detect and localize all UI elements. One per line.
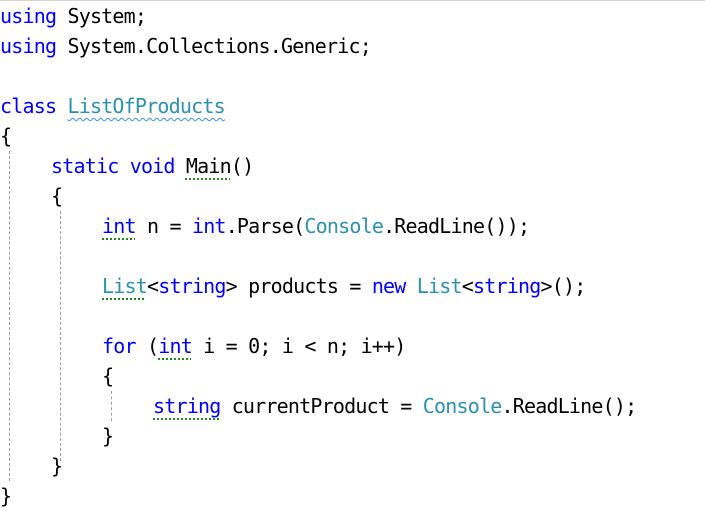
type-console: Console [422, 394, 502, 418]
keyword-void: void [129, 154, 176, 178]
indent-guide-class [9, 151, 10, 481]
keyword-string-with-suggestion[interactable]: string [153, 394, 221, 418]
open-brace: { [51, 184, 63, 208]
code-line-7: { [51, 181, 63, 211]
close-brace: } [51, 454, 63, 478]
code-text: > products = [225, 274, 372, 298]
code-text: .ReadLine(); [501, 394, 637, 418]
code-text: < [146, 274, 159, 298]
code-text: >(); [540, 274, 586, 298]
keyword-new: new [371, 274, 407, 298]
code-text: () [230, 154, 254, 178]
keyword-static: static [51, 154, 119, 178]
code-line-1: using System; [0, 1, 147, 31]
code-line-10: List<string> products = new List<string>… [102, 271, 586, 301]
type-list: List [416, 274, 463, 298]
code-text: System; [56, 4, 147, 28]
indent-guide-method [60, 211, 61, 461]
code-line-13: { [102, 361, 114, 391]
keyword-int-with-suggestion[interactable]: int [102, 214, 137, 238]
code-line-17: } [0, 481, 12, 511]
code-text: i = 0; i < n; i++) [191, 334, 406, 358]
keyword-string: string [473, 274, 541, 298]
class-name-with-warning-squiggle[interactable]: ListOfProducts [67, 94, 225, 118]
code-line-14: string currentProduct = Console.ReadLine… [153, 391, 637, 421]
code-text: .Parse( [225, 214, 305, 238]
code-text: .ReadLine()); [383, 214, 530, 238]
close-brace: } [102, 424, 114, 448]
keyword-using: using [0, 34, 57, 58]
keyword-using: using [0, 4, 57, 28]
indent-guide-for [111, 391, 112, 421]
code-text: n = [135, 214, 192, 238]
open-brace: { [0, 124, 12, 148]
code-line-5: { [0, 121, 12, 151]
code-line-6: static void Main() [51, 151, 254, 181]
keyword-int-with-suggestion[interactable]: int [158, 334, 193, 358]
code-text: ( [135, 334, 159, 358]
type-console: Console [304, 214, 384, 238]
code-line-16: } [51, 451, 63, 481]
code-text: currentProduct = [220, 394, 423, 418]
code-line-2: using System.Collections.Generic; [0, 31, 372, 61]
keyword-int: int [191, 214, 227, 238]
keyword-string: string [158, 274, 226, 298]
code-line-4: class ListOfProducts [0, 91, 226, 121]
code-text: < [461, 274, 474, 298]
method-name-main-with-suggestion[interactable]: Main [186, 154, 232, 178]
code-editor[interactable]: using System; using System.Collections.G… [0, 1, 705, 514]
open-brace: { [102, 364, 114, 388]
code-text: System.Collections.Generic; [56, 34, 371, 58]
code-line-15: } [102, 421, 114, 451]
code-line-12: for (int i = 0; i < n; i++) [102, 331, 406, 361]
keyword-class: class [0, 94, 57, 118]
keyword-for: for [102, 334, 137, 358]
code-line-8: int n = int.Parse(Console.ReadLine()); [102, 211, 530, 241]
type-list-with-suggestion[interactable]: List [102, 274, 148, 298]
close-brace: } [0, 484, 12, 508]
